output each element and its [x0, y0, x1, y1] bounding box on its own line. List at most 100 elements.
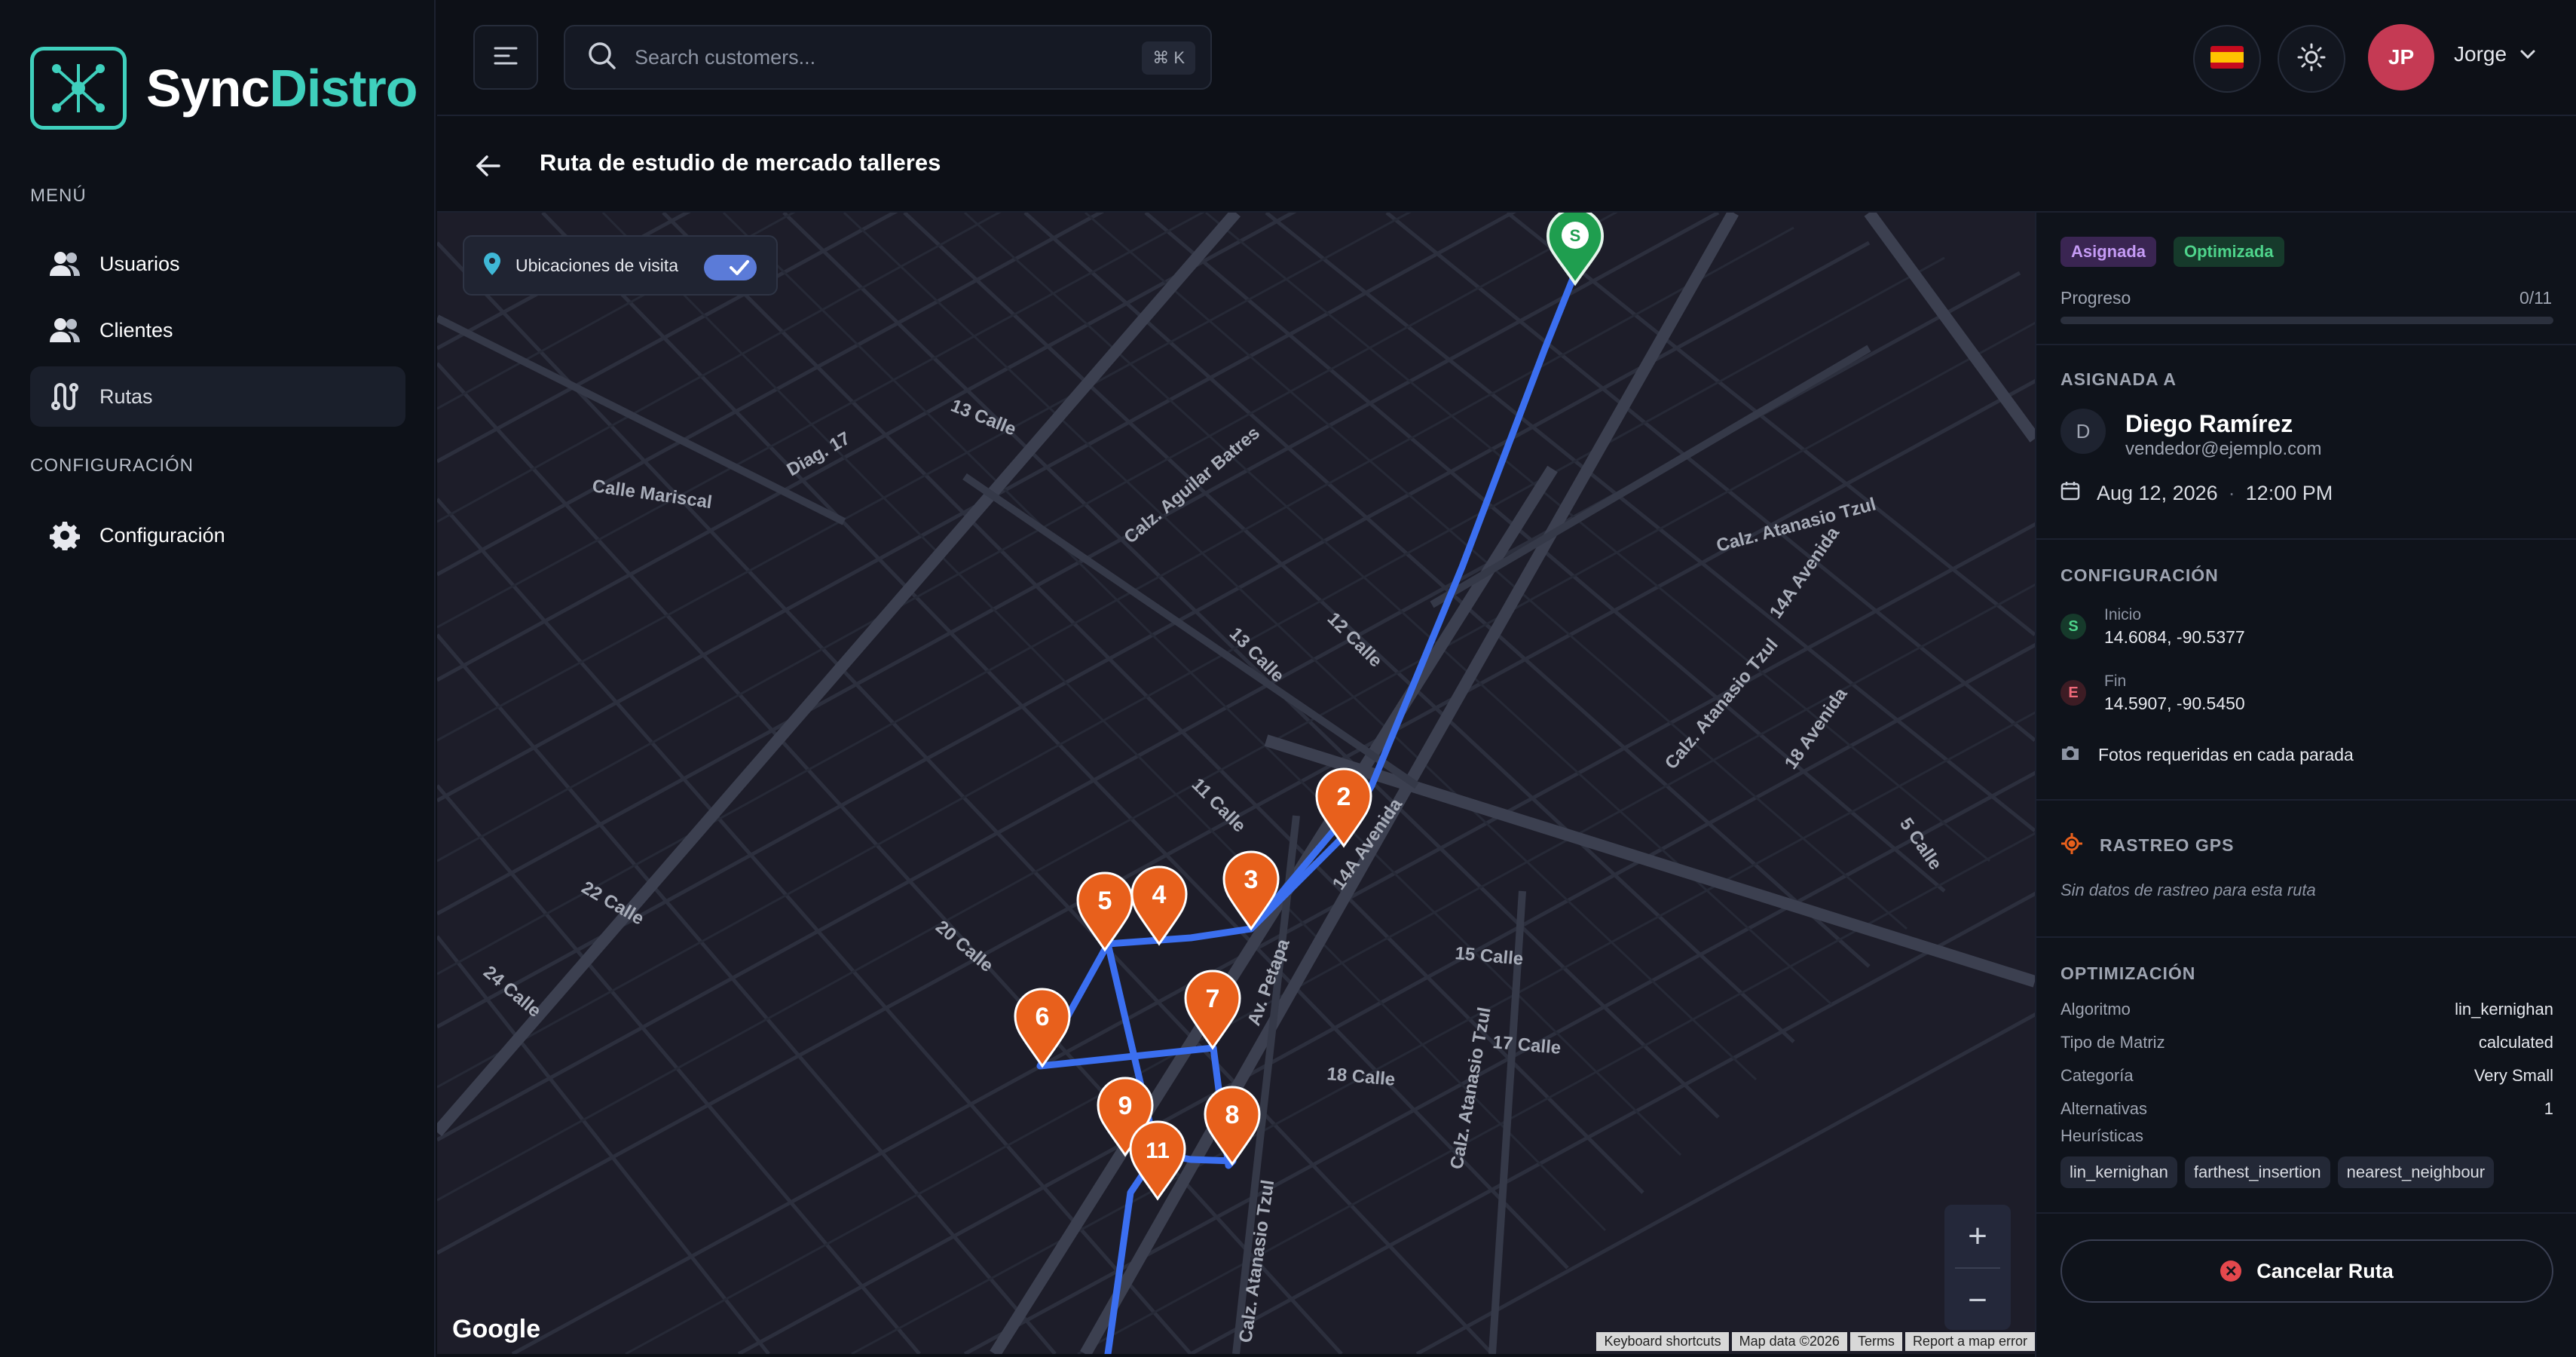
keyboard-shortcuts-link[interactable]: Keyboard shortcuts	[1596, 1332, 1729, 1351]
stop-marker-label: 9	[1118, 1092, 1133, 1120]
route-icon	[48, 380, 81, 413]
assignee-name: Diego Ramírez	[2125, 410, 2293, 437]
assigned-caption: ASIGNADA A	[2060, 369, 2177, 389]
progress-label: Progreso	[2060, 288, 2131, 308]
sun-icon	[2296, 42, 2327, 76]
heuristic-chip: lin_kernighan	[2060, 1156, 2177, 1188]
start-badge: S	[2060, 614, 2086, 639]
sidebar-item-usuarios[interactable]: Usuarios	[30, 234, 405, 294]
cancel-route-button[interactable]: ✕ Cancelar Ruta	[2060, 1239, 2553, 1303]
logo[interactable]: SyncDistro	[30, 47, 418, 130]
close-circle-icon: ✕	[2220, 1261, 2242, 1282]
stop-marker-label: 4	[1152, 881, 1167, 909]
optimization-label: Tipo de Matriz	[2060, 1033, 2165, 1052]
optimization-value: lin_kernighan	[2455, 1000, 2553, 1019]
config-caption: CONFIGURACIÓN	[2060, 565, 2219, 585]
photos-required: Fotos requeridas en cada parada	[2060, 745, 2354, 765]
config-section-label: CONFIGURACIÓN	[30, 455, 194, 476]
report-error-link[interactable]: Report a map error	[1904, 1332, 2035, 1351]
user-menu-name[interactable]: Jorge	[2454, 42, 2507, 66]
heuristic-chip: nearest_neighbour	[2337, 1156, 2495, 1188]
sidebar-toggle-button[interactable]	[473, 25, 538, 90]
sidebar-item-clientes[interactable]: Clientes	[30, 300, 405, 360]
map-pin-icon	[484, 252, 500, 279]
divider	[2036, 799, 2576, 801]
shortcut-badge: ⌘ K	[1142, 41, 1195, 75]
start-location: S Inicio 14.6084, -90.5377	[2060, 606, 2245, 648]
optimization-row: Alternativas 1	[2060, 1099, 2553, 1119]
start-label: Inicio	[2104, 606, 2142, 623]
chevron-down-icon[interactable]	[2517, 44, 2538, 69]
stop-marker-label: 8	[1225, 1101, 1240, 1129]
date-separator: ·	[2228, 482, 2235, 504]
route-map[interactable]: 13 Calle Calle Mariscal Diag. 17 Calz. A…	[437, 213, 2035, 1354]
heuristic-chip: farthest_insertion	[2184, 1156, 2330, 1188]
language-button[interactable]	[2193, 25, 2261, 93]
sidebar-item-label: Configuración	[99, 523, 225, 547]
back-arrow-icon[interactable]	[473, 151, 503, 185]
map-data-label: Map data ©2026	[1731, 1332, 1847, 1351]
assignee-avatar: D	[2060, 409, 2106, 454]
cancel-route-label: Cancelar Ruta	[2256, 1259, 2394, 1282]
sidebar-item-label: Usuarios	[99, 252, 180, 275]
date-text: Aug 12, 2026	[2097, 482, 2218, 504]
photos-required-text: Fotos requeridas en cada parada	[2098, 745, 2354, 764]
end-coordinates: 14.5907, -90.5450	[2104, 694, 2245, 713]
stop-marker-label: 7	[1206, 985, 1220, 1013]
optimization-value: Very Small	[2474, 1066, 2553, 1085]
optimization-caption: OPTIMIZACIÓN	[2060, 963, 2196, 983]
zoom-controls: + −	[1944, 1205, 2011, 1330]
stop-marker-label: 3	[1244, 865, 1259, 894]
zoom-out-button[interactable]: −	[1944, 1269, 2011, 1331]
user-avatar[interactable]: JP	[2368, 24, 2434, 90]
search-placeholder: Search customers...	[635, 45, 816, 69]
optimization-row: Tipo de Matriz calculated	[2060, 1033, 2553, 1052]
zoom-in-button[interactable]: +	[1944, 1205, 2011, 1267]
optimization-label: Alternativas	[2060, 1099, 2147, 1118]
sidebar-item-label: Rutas	[99, 384, 153, 408]
start-coordinates: 14.6084, -90.5377	[2104, 627, 2245, 647]
search-input[interactable]: Search customers... ⌘ K	[564, 25, 1212, 90]
end-badge: E	[2060, 680, 2086, 706]
optimization-value: calculated	[2478, 1033, 2553, 1052]
terms-link[interactable]: Terms	[1849, 1332, 1902, 1351]
gps-target-icon	[2060, 832, 2083, 859]
heuristics-chips: lin_kernighan farthest_insertion nearest…	[2060, 1156, 2495, 1188]
theme-toggle-button[interactable]	[2278, 25, 2345, 93]
optimization-row: Categoría Very Small	[2060, 1066, 2553, 1086]
sidebar: SyncDistro MENÚ Usuarios Clientes Rutas …	[0, 0, 436, 1357]
gear-icon	[48, 519, 81, 552]
time-text: 12:00 PM	[2245, 482, 2333, 504]
progress-bar	[2060, 317, 2553, 324]
calendar-icon	[2060, 481, 2080, 506]
sidebar-item-configuracion[interactable]: Configuración	[30, 505, 405, 565]
menu-icon	[494, 46, 518, 69]
map-attribution: Keyboard shortcuts Map data ©2026 Terms …	[1596, 1332, 2035, 1351]
clients-icon	[48, 314, 81, 347]
end-label: Fin	[2104, 672, 2127, 690]
visit-locations-toggle[interactable]: Ubicaciones de visita	[463, 235, 778, 296]
optimization-label: Algoritmo	[2060, 1000, 2131, 1019]
google-logo: Google	[452, 1315, 541, 1343]
route-details-panel: Asignada Optimizada Progreso 0/11 ASIGNA…	[2035, 213, 2576, 1357]
heuristics-label: Heurísticas	[2060, 1126, 2144, 1145]
heuristics-row: Heurísticas	[2060, 1126, 2553, 1146]
sidebar-item-rutas[interactable]: Rutas	[30, 366, 405, 427]
divider	[2036, 936, 2576, 938]
optimization-label: Categoría	[2060, 1066, 2134, 1085]
end-location: E Fin 14.5907, -90.5450	[2060, 672, 2245, 714]
logo-text: SyncDistro	[146, 59, 418, 118]
visit-locations-switch[interactable]	[704, 255, 757, 280]
stop-marker-label: 11	[1146, 1138, 1170, 1163]
stop-marker-label: 5	[1098, 887, 1112, 915]
logo-icon	[30, 47, 127, 130]
assignee-email: vendedor@ejemplo.com	[2125, 439, 2322, 459]
status-badge-optimized: Optimizada	[2174, 237, 2284, 267]
progress-value: 0/11	[2519, 288, 2552, 308]
visit-locations-label: Ubicaciones de visita	[516, 255, 679, 275]
scheduled-date: Aug 12, 2026 · 12:00 PM	[2060, 481, 2333, 506]
spain-flag-icon	[2210, 45, 2244, 72]
gps-empty-message: Sin datos de rastreo para esta ruta	[2060, 881, 2316, 899]
search-icon	[588, 41, 616, 74]
divider	[2036, 1212, 2576, 1214]
